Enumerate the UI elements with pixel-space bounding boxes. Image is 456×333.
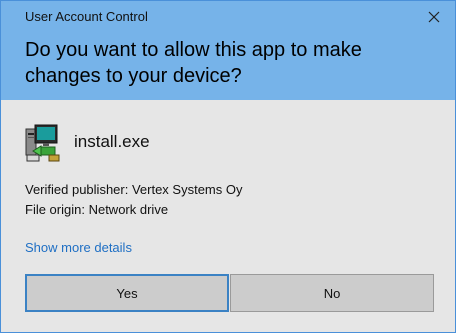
app-icon-container bbox=[23, 121, 65, 163]
close-icon bbox=[428, 11, 440, 23]
dialog-header: User Account Control Do you want to allo… bbox=[1, 1, 455, 100]
file-origin-text: File origin: Network drive bbox=[25, 202, 169, 217]
app-name: install.exe bbox=[74, 132, 150, 151]
window-title: User Account Control bbox=[25, 9, 148, 24]
show-more-details-link[interactable]: Show more details bbox=[25, 240, 132, 256]
uac-dialog: User Account Control Do you want to allo… bbox=[0, 0, 456, 333]
yes-button[interactable]: Yes bbox=[25, 274, 229, 312]
prompt-question: Do you want to allow this app to make ch… bbox=[25, 39, 362, 87]
installer-icon bbox=[25, 124, 60, 162]
close-button[interactable] bbox=[425, 6, 443, 28]
yes-button-label: Yes bbox=[116, 285, 138, 301]
publisher-text: Verified publisher: Vertex Systems Oy bbox=[25, 182, 243, 197]
no-button[interactable]: No bbox=[230, 274, 434, 312]
no-button-label: No bbox=[323, 285, 341, 301]
